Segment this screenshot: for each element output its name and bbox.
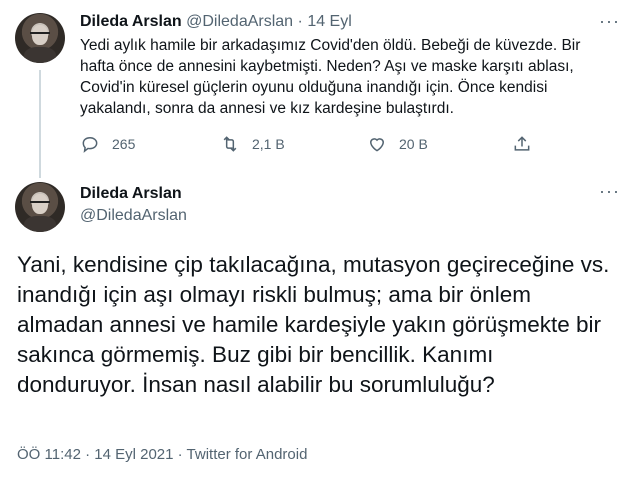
tweet-header: Dileda Arslan @DiledaArslan · 14 Eyl bbox=[80, 13, 352, 31]
more-icon[interactable]: ··· bbox=[599, 11, 620, 32]
retweet-button[interactable]: 2,1 B bbox=[220, 134, 285, 154]
author-handle[interactable]: @DiledaArslan bbox=[80, 207, 187, 225]
avatar[interactable] bbox=[15, 182, 65, 232]
first-tweet[interactable]: Dileda Arslan @DiledaArslan · 14 Eyl ···… bbox=[0, 0, 635, 178]
reply-count: 265 bbox=[112, 136, 136, 152]
like-count: 20 B bbox=[399, 136, 428, 152]
tweet-actions: 265 2,1 B 20 B bbox=[80, 134, 540, 158]
thread-line bbox=[39, 70, 41, 178]
retweet-count: 2,1 B bbox=[252, 136, 285, 152]
tweet-meta[interactable]: ÖÖ 11:42 · 14 Eyl 2021 · Twitter for And… bbox=[17, 446, 307, 463]
like-button[interactable]: 20 B bbox=[367, 134, 428, 154]
avatar-glasses bbox=[30, 32, 50, 37]
share-icon bbox=[514, 136, 530, 151]
tweet-text: Yani, kendisine çip takılacağına, mutasy… bbox=[17, 252, 610, 397]
author-name[interactable]: Dileda Arslan bbox=[80, 185, 182, 203]
avatar-body bbox=[24, 216, 56, 232]
retweet-icon bbox=[223, 136, 237, 152]
heart-icon bbox=[369, 138, 385, 152]
author-handle[interactable]: @DiledaArslan bbox=[186, 13, 293, 30]
reply-icon bbox=[82, 136, 98, 153]
avatar[interactable] bbox=[15, 13, 65, 63]
share-button[interactable] bbox=[512, 134, 544, 154]
reply-button[interactable]: 265 bbox=[80, 134, 135, 154]
tweet-date[interactable]: 14 Eyl bbox=[307, 13, 351, 30]
separator-dot: · bbox=[297, 13, 303, 30]
author-name[interactable]: Dileda Arslan bbox=[80, 13, 182, 30]
avatar-glasses bbox=[30, 201, 50, 206]
avatar-body bbox=[24, 47, 56, 63]
tweet-text: Yedi aylık hamile bir arkadaşımız Covid'… bbox=[80, 37, 581, 117]
more-icon[interactable]: ··· bbox=[599, 181, 620, 202]
